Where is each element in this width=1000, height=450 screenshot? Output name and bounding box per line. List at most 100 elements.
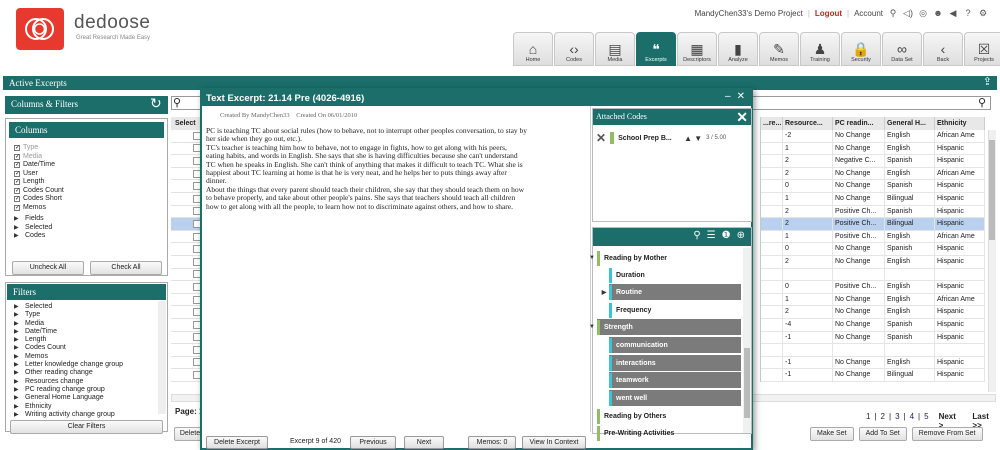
nav-back[interactable]: ‹ Back: [923, 32, 963, 66]
table-row[interactable]: [761, 344, 988, 357]
close-icon[interactable]: ✕: [737, 91, 745, 102]
tree-expand-icon[interactable]: ▼: [587, 255, 597, 261]
table-row[interactable]: 0 Positive Ch... English Hispanic: [761, 281, 988, 294]
view-in-context-button[interactable]: View In Context: [522, 436, 586, 449]
filter-item[interactable]: ▶ Codes Count: [14, 344, 159, 352]
expand-arrow-icon[interactable]: ▶: [14, 320, 22, 328]
select-column-header[interactable]: Select: [171, 117, 203, 130]
column-header[interactable]: General H...: [885, 117, 935, 130]
nav-data-set[interactable]: ∞ Data Set: [882, 32, 922, 66]
expand-arrow-icon[interactable]: ▶: [14, 328, 22, 336]
search-codes-icon[interactable]: ⚲: [693, 230, 700, 244]
remove-from-set-button[interactable]: Remove From Set: [911, 427, 983, 441]
column-group[interactable]: ▶ Fields: [14, 215, 159, 224]
nav-media[interactable]: ▤ Media: [595, 32, 635, 66]
refresh-icon[interactable]: ↻: [150, 95, 162, 112]
remove-code-icon[interactable]: ✕: [596, 131, 606, 145]
table-scroll-thumb[interactable]: [989, 140, 995, 240]
code-tree-node[interactable]: ▼ Reading by Mother: [589, 250, 741, 266]
table-row[interactable]: [761, 268, 988, 282]
table-row[interactable]: 0 No Change Spanish Hispanic: [761, 180, 988, 193]
check-all-button[interactable]: Check All: [90, 261, 162, 275]
checkbox[interactable]: ✓: [14, 196, 20, 203]
checkbox[interactable]: ✓: [14, 153, 20, 160]
clear-filters-button[interactable]: Clear Filters: [10, 420, 163, 434]
column-header[interactable]: PC readin...: [833, 117, 885, 130]
filter-item[interactable]: ▶ Letter knowledge change group: [14, 361, 159, 369]
sound-icon[interactable]: ◁): [903, 8, 913, 18]
filter-item[interactable]: ▶ Type: [14, 311, 159, 319]
expand-arrow-icon[interactable]: ▶: [14, 386, 22, 394]
code-tree-node[interactable]: Duration: [609, 267, 741, 283]
expand-arrow-icon[interactable]: ▶: [14, 361, 22, 369]
nav-training[interactable]: ♟ Training: [800, 32, 840, 66]
table-row[interactable]: 1 No Change English African Ame: [761, 293, 988, 307]
checkbox[interactable]: ✓: [14, 170, 20, 177]
filter-item[interactable]: ▶ PC reading change group: [14, 386, 159, 394]
help-icon[interactable]: ?: [963, 8, 973, 18]
code-tree-node[interactable]: communication: [609, 337, 741, 353]
memos-button[interactable]: Memos: 0: [468, 436, 516, 449]
expand-arrow-icon[interactable]: ▶: [14, 378, 22, 386]
nav-home[interactable]: ⌂ Home: [513, 32, 553, 66]
column-header[interactable]: ...re...: [761, 117, 783, 130]
table-row[interactable]: 2 Negative C... Spanish Hispanic: [761, 155, 988, 168]
pin-icon[interactable]: ⚲: [888, 8, 898, 18]
table-row[interactable]: 2 No Change English Hispanic: [761, 306, 988, 319]
users-icon[interactable]: ☻: [933, 8, 943, 18]
code-tree-scroll-thumb[interactable]: [744, 348, 750, 418]
filter-item[interactable]: ▶ General Home Language: [14, 394, 159, 402]
weight-arrows-icon[interactable]: ▲ ▼: [684, 134, 702, 143]
filters-scrollbar[interactable]: [158, 301, 166, 414]
filter-item[interactable]: ▶ Memos: [14, 353, 159, 361]
expand-arrow-icon[interactable]: ▶: [14, 353, 22, 361]
code-tree-node[interactable]: interactions: [609, 355, 741, 371]
table-row[interactable]: 2 No Change English Hispanic: [761, 255, 988, 269]
table-row[interactable]: 2 No Change English African Ame: [761, 167, 988, 181]
logout-link[interactable]: Logout: [815, 9, 842, 18]
nav-excerpts[interactable]: ❝ Excerpts: [636, 32, 676, 66]
filter-item[interactable]: ▶ Resources change: [14, 378, 159, 386]
settings-icon[interactable]: ⚙: [978, 8, 988, 18]
column-header[interactable]: Ethnicity: [935, 117, 985, 130]
code-tree-node[interactable]: Reading by Others: [597, 408, 741, 424]
expand-arrow-icon[interactable]: ▶: [14, 369, 22, 377]
filter-item[interactable]: ▶ Length: [14, 336, 159, 344]
checkbox[interactable]: ✓: [14, 187, 20, 194]
code-tree-node[interactable]: ▶ Routine: [602, 284, 741, 300]
nav-descriptors[interactable]: ▦ Descriptors: [677, 32, 717, 66]
column-group[interactable]: ▶ Codes: [14, 232, 159, 241]
add-code-icon[interactable]: ⊕: [737, 230, 745, 244]
column-toggle[interactable]: ✓ Memos: [14, 204, 159, 213]
code-tree-node[interactable]: teamwork: [609, 372, 741, 388]
table-row[interactable]: 0 No Change Spanish Hispanic: [761, 243, 988, 256]
code-tree-node[interactable]: went well: [609, 390, 741, 406]
table-row[interactable]: -1 No Change English Hispanic: [761, 356, 988, 370]
column-group[interactable]: ▶ Selected: [14, 224, 159, 233]
project-name[interactable]: MandyChen33's Demo Project: [695, 9, 803, 18]
check-circle-icon[interactable]: ◎: [918, 8, 928, 18]
checkbox[interactable]: ✓: [14, 179, 20, 186]
table-row[interactable]: -1 No Change Bilingual Hispanic: [761, 369, 988, 382]
checkbox[interactable]: ✓: [14, 162, 20, 169]
close-attached-codes-icon[interactable]: ✕: [736, 109, 748, 126]
column-toggle[interactable]: ✓ Type: [14, 144, 159, 153]
table-row[interactable]: -2 No Change English African Ame: [761, 130, 988, 143]
table-row[interactable]: -4 No Change Spanish Hispanic: [761, 318, 988, 332]
expand-arrow-icon[interactable]: ▶: [14, 215, 22, 224]
expand-arrow-icon[interactable]: ▶: [14, 303, 22, 311]
code-tree-node[interactable]: ▼ Strength: [589, 319, 741, 335]
account-link[interactable]: Account: [854, 9, 883, 18]
filter-item[interactable]: ▶ Selected: [14, 303, 159, 311]
column-toggle[interactable]: ✓ Length: [14, 178, 159, 187]
table-row[interactable]: 1 No Change Bilingual Hispanic: [761, 192, 988, 206]
filter-icon[interactable]: ☰: [707, 230, 716, 244]
attached-code-name[interactable]: School Prep B...: [618, 135, 680, 142]
excerpt-text[interactable]: PC is teaching TC about social rules (ho…: [206, 126, 588, 211]
column-toggle[interactable]: ✓ Codes Count: [14, 187, 159, 196]
minimize-icon[interactable]: –: [725, 91, 731, 102]
column-header[interactable]: Resource...: [783, 117, 833, 130]
search-icon-right[interactable]: ⚲: [978, 96, 986, 109]
code-tree-node[interactable]: Frequency: [609, 302, 741, 318]
megaphone-icon[interactable]: ◀: [948, 8, 958, 18]
